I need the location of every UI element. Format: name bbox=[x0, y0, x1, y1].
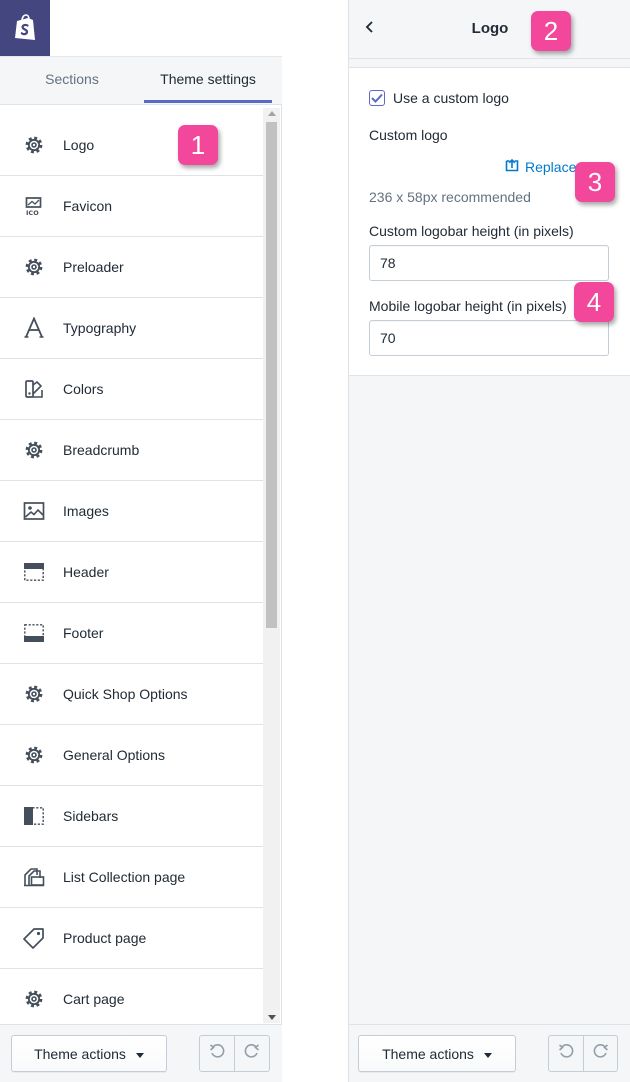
settings-item-label: Quick Shop Options bbox=[63, 686, 188, 702]
annotation-badge-3: 3 bbox=[575, 162, 615, 202]
settings-item-label: Footer bbox=[63, 625, 104, 641]
theme-actions-button[interactable]: Theme actions bbox=[358, 1035, 516, 1072]
undo-icon bbox=[558, 1043, 574, 1064]
settings-item-label: Images bbox=[63, 503, 109, 519]
scrollbar-thumb[interactable] bbox=[266, 122, 277, 628]
redo-button[interactable] bbox=[234, 1036, 268, 1071]
undo-icon bbox=[209, 1043, 225, 1064]
scroll-up-icon[interactable] bbox=[268, 111, 276, 116]
tab-sections[interactable]: Sections bbox=[0, 57, 144, 105]
upload-icon bbox=[505, 158, 519, 175]
settings-item-label: Product page bbox=[63, 930, 147, 946]
theme-settings-panel: Sections Theme settings Logo ICO Favicon… bbox=[0, 0, 282, 1082]
svg-text:ICO: ICO bbox=[26, 209, 39, 216]
favicon-icon: ICO bbox=[23, 195, 45, 217]
right-footer-bar: Theme actions bbox=[349, 1024, 630, 1082]
gear-icon bbox=[23, 134, 45, 156]
settings-item-label: Preloader bbox=[63, 259, 124, 275]
logo-settings-card: Use a custom logo Custom logo Replace 23… bbox=[349, 67, 630, 376]
gear-icon bbox=[23, 256, 45, 278]
left-footer-bar: Theme actions bbox=[0, 1024, 282, 1082]
list-scrollbar[interactable] bbox=[263, 108, 280, 1023]
undo-redo-group bbox=[548, 1035, 618, 1072]
undo-button[interactable] bbox=[200, 1036, 234, 1071]
caret-down-icon bbox=[135, 1052, 144, 1058]
settings-item-header[interactable]: Header bbox=[0, 542, 263, 603]
gear-icon bbox=[23, 744, 45, 766]
settings-item-footer[interactable]: Footer bbox=[0, 603, 263, 664]
annotation-badge-2: 2 bbox=[531, 11, 571, 51]
undo-button[interactable] bbox=[549, 1036, 583, 1071]
use-custom-logo-checkbox[interactable]: Use a custom logo bbox=[369, 90, 509, 106]
settings-item-favicon[interactable]: ICO Favicon bbox=[0, 176, 263, 237]
panel-header: Logo bbox=[349, 0, 630, 59]
settings-item-label: Sidebars bbox=[63, 808, 119, 824]
annotation-badge-4: 4 bbox=[574, 282, 614, 322]
collection-icon bbox=[23, 866, 45, 888]
settings-item-sidebars[interactable]: Sidebars bbox=[0, 786, 263, 847]
checkbox-checked-icon[interactable] bbox=[369, 90, 385, 106]
settings-item-label: Cart page bbox=[63, 991, 125, 1007]
colors-icon bbox=[23, 378, 45, 400]
settings-item-label: Logo bbox=[63, 137, 95, 153]
settings-item-label: Header bbox=[63, 564, 109, 580]
settings-item-logo[interactable]: Logo bbox=[0, 115, 263, 176]
shopify-logo-icon[interactable] bbox=[0, 0, 50, 56]
top-bar bbox=[0, 0, 282, 57]
settings-item-typography[interactable]: Typography bbox=[0, 298, 263, 359]
settings-item-colors[interactable]: Colors bbox=[0, 359, 263, 420]
image-icon bbox=[23, 500, 45, 522]
theme-actions-button[interactable]: Theme actions bbox=[11, 1035, 167, 1072]
footer-icon bbox=[23, 622, 45, 644]
settings-item-quick-shop-options[interactable]: Quick Shop Options bbox=[0, 664, 263, 725]
caret-down-icon bbox=[483, 1052, 492, 1058]
custom-logo-label: Custom logo bbox=[369, 127, 448, 143]
settings-item-breadcrumb[interactable]: Breadcrumb bbox=[0, 420, 263, 481]
mobile-logobar-height-label: Mobile logobar height (in pixels) bbox=[369, 298, 567, 314]
annotation-badge-1: 1 bbox=[178, 125, 218, 165]
settings-item-general-options[interactable]: General Options bbox=[0, 725, 263, 786]
settings-item-label: General Options bbox=[63, 747, 165, 763]
settings-item-label: Breadcrumb bbox=[63, 442, 140, 458]
replace-logo-link[interactable]: Replace bbox=[505, 158, 576, 175]
settings-item-label: Colors bbox=[63, 381, 104, 397]
header-icon bbox=[23, 561, 45, 583]
logobar-height-label: Custom logobar height (in pixels) bbox=[369, 223, 574, 239]
logobar-height-input[interactable] bbox=[369, 245, 609, 281]
settings-item-images[interactable]: Images bbox=[0, 481, 263, 542]
settings-item-list-collection-page[interactable]: List Collection page bbox=[0, 847, 263, 908]
tab-bar: Sections Theme settings bbox=[0, 57, 282, 105]
tab-theme-settings[interactable]: Theme settings bbox=[144, 57, 272, 105]
gear-icon bbox=[23, 439, 45, 461]
panel-title: Logo bbox=[471, 20, 509, 37]
tag-icon bbox=[23, 927, 45, 949]
settings-item-label: List Collection page bbox=[63, 869, 186, 885]
settings-item-preloader[interactable]: Preloader bbox=[0, 237, 263, 298]
theme-actions-label: Theme actions bbox=[382, 1045, 474, 1062]
redo-icon bbox=[593, 1043, 609, 1064]
settings-item-label: Typography bbox=[63, 320, 137, 336]
settings-item-cart-page[interactable]: Cart page bbox=[0, 969, 263, 1023]
gear-icon bbox=[23, 683, 45, 705]
mobile-logobar-height-input[interactable] bbox=[369, 320, 609, 356]
replace-label: Replace bbox=[525, 158, 577, 175]
redo-icon bbox=[244, 1043, 260, 1064]
gear-icon bbox=[23, 988, 45, 1010]
scroll-down-icon[interactable] bbox=[268, 1015, 276, 1020]
settings-item-product-page[interactable]: Product page bbox=[0, 908, 263, 969]
typography-icon bbox=[23, 317, 45, 339]
sidebar-icon bbox=[23, 805, 45, 827]
settings-item-label: Favicon bbox=[63, 198, 113, 214]
theme-actions-label: Theme actions bbox=[34, 1045, 126, 1062]
settings-list: Logo ICO Favicon Preloader Typography Co… bbox=[0, 115, 263, 1023]
recommended-size-hint: 236 x 58px recommended bbox=[369, 189, 531, 205]
redo-button[interactable] bbox=[583, 1036, 617, 1071]
use-custom-logo-label: Use a custom logo bbox=[393, 90, 509, 106]
undo-redo-group bbox=[199, 1035, 270, 1072]
